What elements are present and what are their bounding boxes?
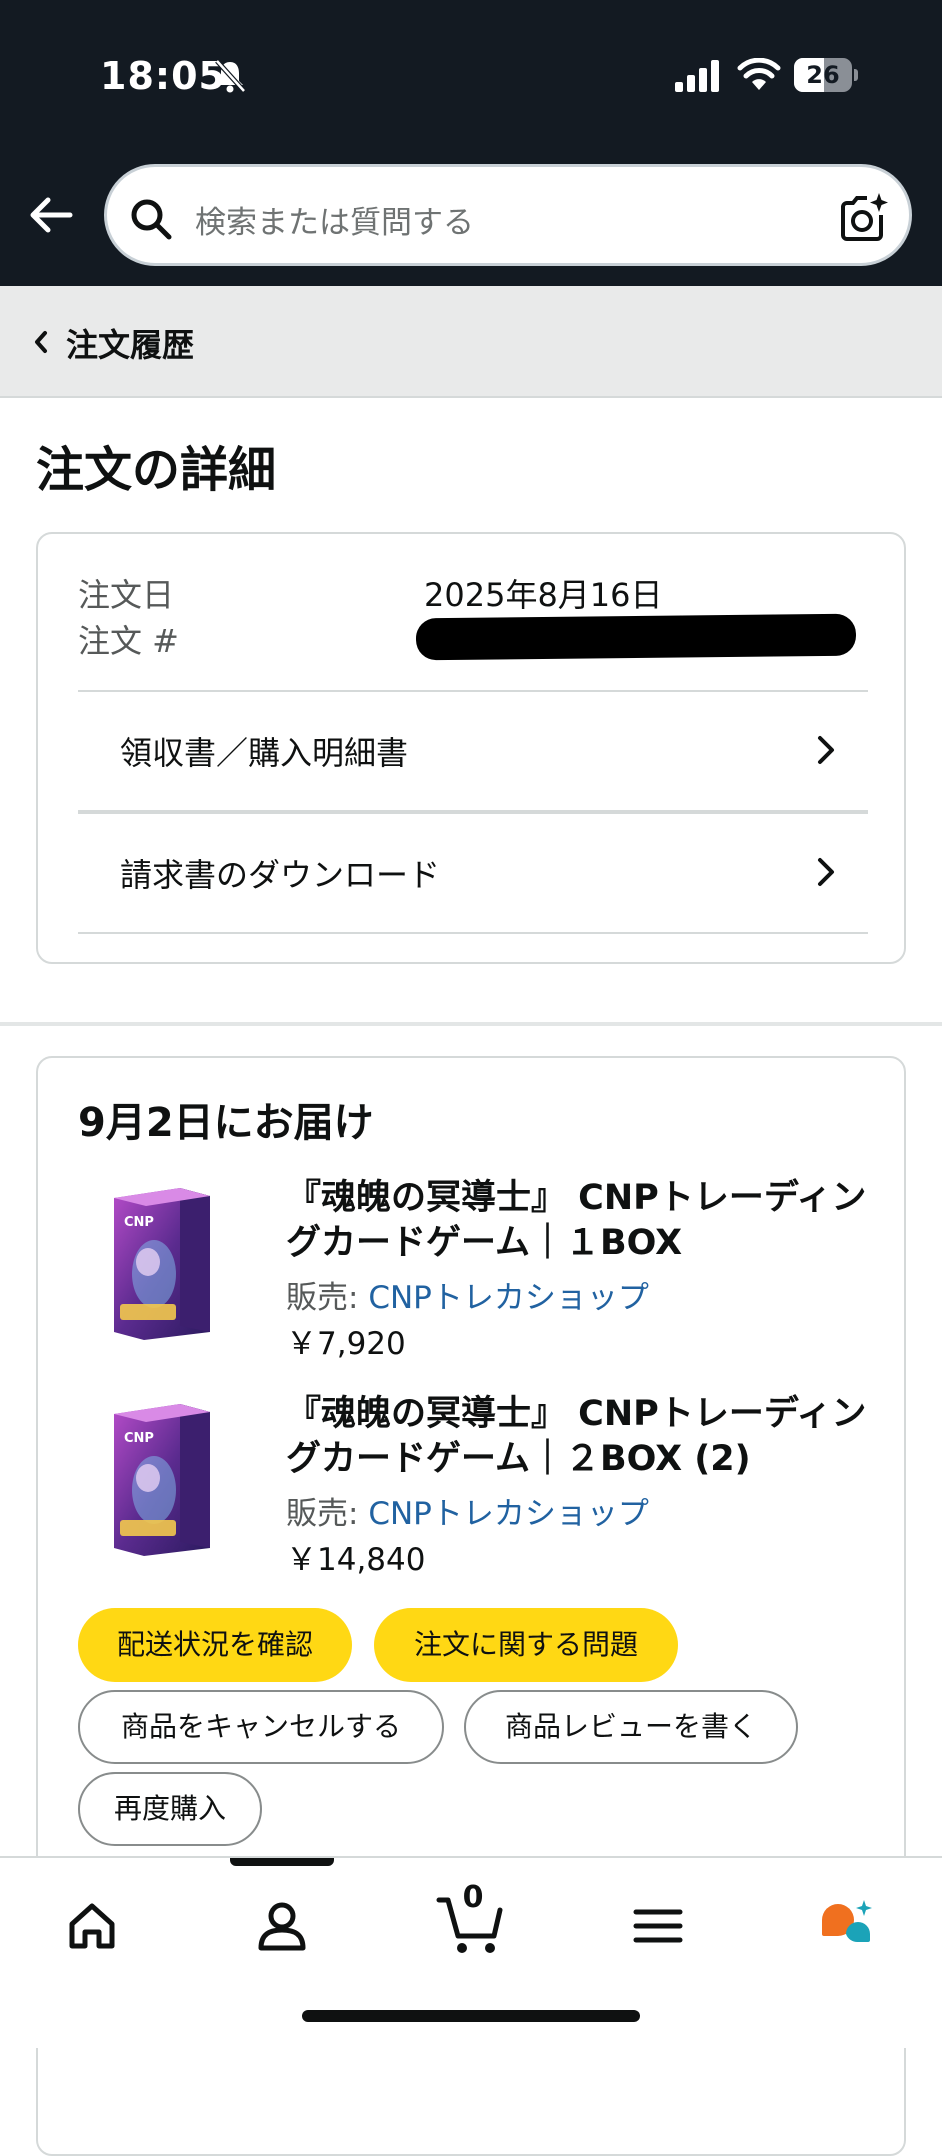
home-icon[interactable] bbox=[62, 1896, 122, 1956]
redacted-order-number bbox=[415, 613, 857, 661]
breadcrumb-label: 注文履歴 bbox=[66, 326, 195, 364]
bell-muted-icon bbox=[215, 59, 246, 93]
search-icon bbox=[131, 199, 172, 240]
seller-link[interactable]: CNPトレカショップ bbox=[368, 1280, 649, 1316]
wifi-icon bbox=[737, 58, 781, 90]
invoice-download-link[interactable]: 請求書のダウンロード bbox=[78, 814, 868, 932]
back-arrow-icon[interactable] bbox=[26, 190, 76, 240]
order-number-label: 注文 # bbox=[78, 622, 179, 660]
product-image[interactable]: CNP bbox=[110, 1182, 214, 1342]
product-title[interactable]: 『魂魄の冥導士』 CNPトレーディングカードゲーム｜２BOX (2) bbox=[286, 1392, 886, 1482]
list-item[interactable]: CNP 『魂魄の冥導士』 CNPトレーディングカードゲーム｜２BOX (2) 販… bbox=[38, 1392, 908, 1612]
order-problem-button[interactable]: 注文に関する問題 bbox=[374, 1608, 678, 1682]
home-indicator bbox=[302, 2010, 640, 2022]
cancel-item-button[interactable]: 商品をキャンセルする bbox=[78, 1690, 444, 1764]
page-title: 注文の詳細 bbox=[36, 442, 277, 498]
buy-again-button[interactable]: 再度購入 bbox=[78, 1772, 262, 1846]
svg-text:CNP: CNP bbox=[124, 1431, 154, 1446]
product-title[interactable]: 『魂魄の冥導士』 CNPトレーディングカードゲーム｜１BOX bbox=[286, 1176, 886, 1266]
seller-info: 販売: CNPトレカショップ bbox=[286, 1488, 649, 1533]
chevron-left-icon bbox=[35, 331, 47, 353]
battery-level: 26 bbox=[806, 61, 840, 89]
product-price: ￥7,920 bbox=[286, 1326, 406, 1362]
seller-info: 販売: CNPトレカショップ bbox=[286, 1272, 649, 1317]
section-divider bbox=[0, 1022, 942, 1026]
track-package-button[interactable]: 配送状況を確認 bbox=[78, 1608, 352, 1682]
order-info-card: 注文日 2025年8月16日 注文 # 領収書／購入明細書 請求書のダウンロード bbox=[36, 532, 906, 964]
seller-prefix: 販売: bbox=[286, 1280, 369, 1316]
status-time: 18:05 bbox=[100, 54, 226, 98]
camera-search-icon[interactable] bbox=[837, 191, 891, 245]
invoice-download-label: 請求書のダウンロード bbox=[120, 856, 441, 894]
product-price: ￥14,840 bbox=[286, 1542, 426, 1578]
breadcrumb[interactable]: 注文履歴 bbox=[0, 286, 942, 398]
svg-text:CNP: CNP bbox=[124, 1215, 154, 1230]
order-date-value: 2025年8月16日 bbox=[424, 576, 663, 614]
menu-icon[interactable] bbox=[628, 1896, 688, 1956]
search-header: 検索または質問する bbox=[0, 150, 942, 286]
cellular-signal-icon bbox=[675, 60, 719, 92]
seller-prefix: 販売: bbox=[286, 1496, 369, 1532]
list-item[interactable]: CNP 『魂魄の冥導士』 CNPトレーディングカードゲーム｜１BOX 販売: C… bbox=[38, 1176, 908, 1396]
seller-link[interactable]: CNPトレカショップ bbox=[368, 1496, 649, 1532]
divider bbox=[78, 932, 868, 934]
search-placeholder: 検索または質問する bbox=[195, 205, 474, 241]
delivery-date-title: 9月2日にお届け bbox=[78, 1100, 374, 1146]
receipt-link-label: 領収書／購入明細書 bbox=[120, 734, 409, 772]
account-icon[interactable] bbox=[252, 1896, 312, 1956]
status-bar: 18:05 26 bbox=[0, 0, 942, 150]
battery-icon: 26 bbox=[794, 58, 858, 92]
write-review-button[interactable]: 商品レビューを書く bbox=[464, 1690, 798, 1764]
product-image[interactable]: CNP bbox=[110, 1398, 214, 1558]
active-tab-indicator bbox=[230, 1858, 334, 1866]
chevron-right-icon bbox=[818, 858, 834, 886]
chevron-right-icon bbox=[818, 736, 834, 764]
assistant-icon[interactable] bbox=[818, 1896, 878, 1956]
cart-count: 0 bbox=[462, 1880, 484, 1915]
order-date-label: 注文日 bbox=[78, 576, 175, 614]
search-input[interactable]: 検索または質問する bbox=[104, 164, 912, 266]
cart-tab[interactable]: 0 bbox=[436, 1880, 506, 1958]
receipt-link[interactable]: 領収書／購入明細書 bbox=[78, 692, 868, 810]
